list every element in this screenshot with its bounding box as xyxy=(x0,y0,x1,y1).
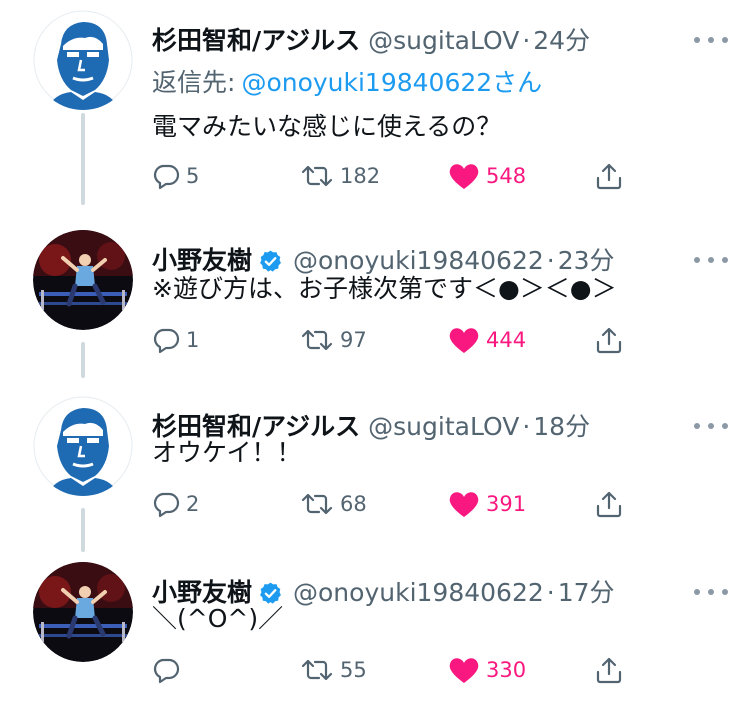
retweet-button[interactable]: 182 xyxy=(300,158,380,194)
retweet-count: 55 xyxy=(340,658,367,682)
reply-button[interactable]: 2 xyxy=(152,486,199,522)
retweet-icon xyxy=(301,329,333,351)
display-name[interactable]: 杉田智和/アジルス xyxy=(152,24,360,58)
retweet-count: 182 xyxy=(340,164,381,188)
ono-avatar-icon xyxy=(33,230,133,330)
tweet-actions: 5 182 548 xyxy=(152,158,632,194)
reply-count: 1 xyxy=(186,328,200,352)
like-count: 330 xyxy=(486,658,527,682)
heart-icon xyxy=(449,328,479,353)
retweet-count: 97 xyxy=(340,328,367,352)
more-icon[interactable] xyxy=(694,582,728,602)
tweet-actions: 1 97 444 xyxy=(152,322,632,358)
separator-dot: · xyxy=(522,26,531,55)
like-button[interactable]: 548 xyxy=(448,158,526,194)
reply-button[interactable]: 1 xyxy=(152,322,199,358)
tweet[interactable]: 小野友樹 @onoyuki19840622 · 23分 ※遊び方は、お子様次第で… xyxy=(0,230,750,390)
timestamp[interactable]: 18分 xyxy=(533,410,590,444)
tweet[interactable]: 杉田智和/アジルス @sugitaLOV · 18分 オウケイ！！ 2 68 3… xyxy=(0,396,750,556)
timestamp[interactable]: 24分 xyxy=(533,24,590,58)
reply-to-line: 返信先: @onoyuki19840622さん xyxy=(152,66,542,100)
retweet-icon xyxy=(301,493,333,515)
tweet-text: ※遊び方は、お子様次第です＜●＞＜●＞ xyxy=(152,274,617,303)
reply-count: 5 xyxy=(186,164,200,188)
avatar[interactable] xyxy=(33,10,133,110)
like-count: 444 xyxy=(486,328,527,352)
reply-to-mention[interactable]: @onoyuki19840622さん xyxy=(241,68,542,97)
share-icon xyxy=(596,163,622,190)
heart-icon xyxy=(449,164,479,189)
retweet-count: 68 xyxy=(340,492,367,516)
tweet-actions: 55 330 xyxy=(152,652,632,688)
share-icon xyxy=(596,657,622,684)
sugita-avatar-icon xyxy=(33,396,133,496)
share-button[interactable] xyxy=(594,322,624,358)
retweet-button[interactable]: 97 xyxy=(300,322,367,358)
like-button[interactable]: 444 xyxy=(448,322,526,358)
share-icon xyxy=(596,327,622,354)
share-icon xyxy=(596,491,622,518)
heart-icon xyxy=(449,658,479,683)
verified-badge-icon xyxy=(258,249,283,274)
tweet-text: 電マみたいな感じに使えるの？ xyxy=(152,112,502,141)
retweet-button[interactable]: 55 xyxy=(300,652,367,688)
tweet-thread: 杉田智和/アジルス @sugitaLOV · 24分 返信先: @onoyuki1… xyxy=(0,0,750,704)
separator-dot: · xyxy=(546,578,555,607)
avatar[interactable] xyxy=(33,396,133,496)
reply-icon xyxy=(153,658,180,684)
ono-avatar-icon xyxy=(33,562,133,662)
tweet-text: オウケイ！！ xyxy=(152,438,302,467)
more-icon[interactable] xyxy=(694,30,728,50)
heart-icon xyxy=(449,492,479,517)
tweet-actions: 2 68 391 xyxy=(152,486,632,522)
sugita-avatar-icon xyxy=(33,10,133,110)
reply-icon xyxy=(153,164,180,190)
timestamp[interactable]: 17分 xyxy=(558,576,615,610)
like-count: 548 xyxy=(486,164,527,188)
separator-dot: · xyxy=(522,412,531,441)
more-icon[interactable] xyxy=(694,250,728,270)
avatar[interactable] xyxy=(33,230,133,330)
tweet-header: 杉田智和/アジルス @sugitaLOV · 24分 xyxy=(152,24,730,58)
reply-button[interactable]: 5 xyxy=(152,158,199,194)
user-handle[interactable]: @onoyuki19840622 xyxy=(293,576,544,610)
share-button[interactable] xyxy=(594,486,624,522)
like-button[interactable]: 391 xyxy=(448,486,526,522)
like-button[interactable]: 330 xyxy=(448,652,526,688)
retweet-button[interactable]: 68 xyxy=(300,486,367,522)
retweet-icon xyxy=(301,165,333,187)
share-button[interactable] xyxy=(594,652,624,688)
reply-icon xyxy=(153,492,180,518)
avatar[interactable] xyxy=(33,562,133,662)
share-button[interactable] xyxy=(594,158,624,194)
tweet[interactable]: 小野友樹 @onoyuki19840622 · 17分 ＼(^O^)／ 55 3… xyxy=(0,562,750,704)
reply-count: 2 xyxy=(186,492,200,516)
retweet-icon xyxy=(301,659,333,681)
reply-icon xyxy=(153,328,180,354)
reply-button[interactable] xyxy=(152,652,186,688)
user-handle[interactable]: @sugitaLOV xyxy=(368,410,519,444)
more-icon[interactable] xyxy=(694,416,728,436)
user-handle[interactable]: @sugitaLOV xyxy=(368,24,519,58)
tweet[interactable]: 杉田智和/アジルス @sugitaLOV · 24分 返信先: @onoyuki1… xyxy=(0,10,750,190)
reply-to-label: 返信先: xyxy=(152,68,236,97)
like-count: 391 xyxy=(486,492,527,516)
tweet-text: ＼(^O^)／ xyxy=(152,604,284,633)
